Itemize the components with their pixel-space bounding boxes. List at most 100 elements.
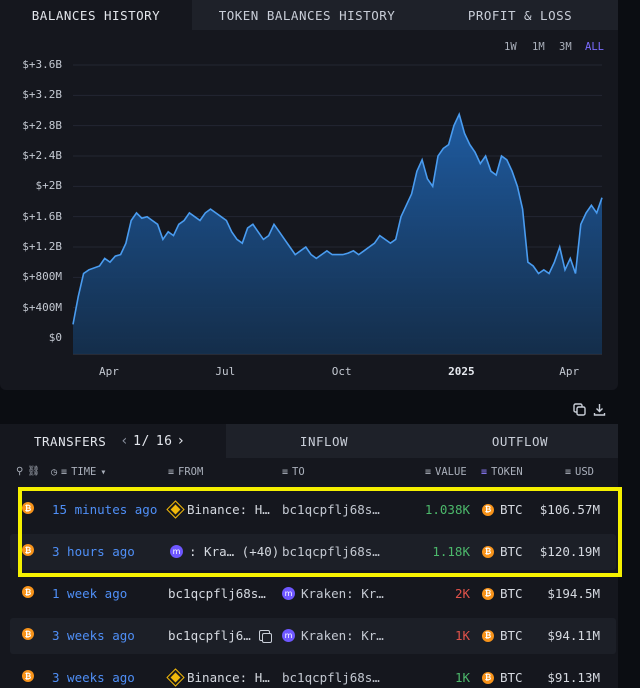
sort-down-icon: ▾ [100, 466, 107, 478]
pager: ‹ 1/ 16 › [116, 433, 189, 449]
transfer-usd: $120.19M [540, 544, 600, 559]
filter-icon: ≡ [282, 466, 289, 478]
prev-page-icon[interactable]: ‹ [120, 433, 129, 449]
transfer-usd: $194.5M [547, 586, 600, 601]
cell-text: 3 hours ago [52, 544, 135, 559]
cell-text: Binance: H… [187, 502, 270, 517]
bitcoin-icon: ₿ [482, 587, 494, 600]
token-cell[interactable]: ₿ BTC [482, 586, 523, 601]
table-row[interactable]: ₿ 1 week ago bc1qcpflj68s… m Kraken: Kr… 2K ₿ B… [10, 576, 616, 612]
filter-icon: ≡ [565, 466, 572, 478]
header-value[interactable]: ≡ VALUE [425, 466, 467, 478]
transfer-time-link[interactable]: 15 minutes ago [52, 502, 157, 517]
table-row[interactable]: ₿ 15 minutes ago Binance: H… bc1qcpflj68s… 1… [10, 492, 616, 528]
from-address[interactable]: bc1qcpflj68s… [168, 586, 266, 601]
link-icon[interactable]: ⛓ [27, 466, 40, 477]
transfer-value: 1K [455, 670, 470, 685]
token-cell[interactable]: ₿ BTC [482, 544, 523, 559]
header-to[interactable]: ≡ TO [282, 466, 305, 478]
to-address[interactable]: bc1qcpflj68s… [282, 670, 380, 685]
header-time-label: TIME [71, 466, 97, 478]
filter-icon[interactable]: ⚲ [16, 466, 23, 477]
download-icon[interactable] [592, 402, 606, 416]
header-usd-label: USD [575, 466, 594, 478]
token-cell[interactable]: ₿ BTC [482, 628, 523, 643]
to-address[interactable]: m Kraken: Kr… [282, 628, 384, 643]
balance-area-chart [72, 64, 603, 355]
table-row[interactable]: ₿ 3 hours ago m: Kra… (+40) bc1qcpflj68s… 1.… [10, 534, 616, 570]
to-address[interactable]: bc1qcpflj68s… [282, 544, 380, 559]
cell-text: BTC [500, 502, 523, 517]
filter-icon: ≡ [168, 466, 175, 478]
cell-text: 1.038K [424, 502, 470, 517]
kraken-icon: m [170, 545, 183, 558]
cell-text: 15 minutes ago [52, 502, 158, 517]
from-address[interactable]: bc1qcpflj6… [168, 628, 272, 643]
balance-area [73, 114, 602, 354]
to-address[interactable]: bc1qcpflj68s… [282, 502, 380, 517]
cell-text: BTC [500, 670, 523, 685]
table-row[interactable]: ₿ 3 weeks ago bc1qcpflj6… m Kraken: Kr… 1K ₿ BT… [10, 618, 616, 654]
bitcoin-icon: ₿ [22, 586, 34, 598]
header-to-label: TO [292, 466, 305, 478]
transfer-value: 1.038K [425, 502, 470, 517]
tab-outflow[interactable]: OUTFLOW [422, 424, 618, 458]
transfer-value: 1.18K [432, 544, 470, 559]
tab-inflow[interactable]: INFLOW [226, 424, 422, 458]
copy-icon[interactable] [258, 630, 272, 643]
bitcoin-icon: ₿ [22, 502, 34, 514]
transfer-time-link[interactable]: 3 weeks ago [52, 628, 135, 643]
transfer-usd: $94.11M [547, 628, 600, 643]
bitcoin-icon: ₿ [22, 670, 34, 682]
cell-text: bc1qcpflj6… [168, 628, 251, 643]
cell-text: bc1qcpflj68s… [282, 670, 380, 685]
cell-text: 1 week ago [52, 586, 128, 601]
next-page-icon[interactable]: › [176, 433, 185, 449]
cell-text: Binance: H… [187, 670, 270, 685]
tab-transfers[interactable]: TRANSFERS ‹ 1/ 16 › [0, 424, 226, 458]
cell-text: 1K [454, 628, 470, 643]
cell-text: 3 weeks ago [52, 628, 135, 643]
from-address[interactable]: m: Kra… (+40) [170, 544, 279, 559]
header-from[interactable]: ≡ FROM [168, 466, 203, 478]
transfer-time-link[interactable]: 3 weeks ago [52, 670, 135, 685]
bitcoin-icon: ₿ [482, 671, 494, 684]
bitcoin-icon: ₿ [22, 670, 34, 682]
transfer-tabs: TRANSFERS ‹ 1/ 16 › INFLOW OUTFLOW [0, 424, 618, 458]
cell-text: 1.18K [432, 544, 470, 559]
token-cell[interactable]: ₿ BTC [482, 670, 523, 685]
kraken-icon: m [282, 629, 295, 642]
binance-icon [167, 669, 184, 686]
cell-text: $91.13M [547, 670, 600, 685]
cell-text: $120.19M [539, 544, 600, 559]
transfer-value: 1K [455, 628, 470, 643]
bitcoin-icon: ₿ [22, 502, 34, 514]
clock-icon: ◷ [51, 466, 58, 478]
transfer-usd: $106.57M [540, 502, 600, 517]
kraken-icon: m [282, 587, 295, 600]
filter-icon: ≡ [481, 466, 488, 478]
cell-text: Kraken: Kr… [301, 586, 384, 601]
cell-text: BTC [500, 628, 523, 643]
header-token[interactable]: ≡ TOKEN [481, 466, 523, 478]
cell-text: BTC [500, 586, 523, 601]
binance-icon [167, 501, 184, 518]
token-cell[interactable]: ₿ BTC [482, 502, 523, 517]
header-time[interactable]: ◷ ≡ TIME ▾ [51, 466, 106, 478]
bitcoin-icon: ₿ [482, 629, 494, 642]
cell-text: Kraken: Kr… [301, 628, 384, 643]
from-address[interactable]: Binance: H… [167, 669, 270, 686]
from-address[interactable]: Binance: H… [167, 501, 270, 518]
to-address[interactable]: m Kraken: Kr… [282, 586, 384, 601]
cell-text: bc1qcpflj68s… [282, 502, 380, 517]
bitcoin-icon: ₿ [22, 628, 34, 640]
cell-text: 2K [454, 586, 470, 601]
header-token-label: TOKEN [491, 466, 523, 478]
transfer-time-link[interactable]: 3 hours ago [52, 544, 135, 559]
copy-icon[interactable] [572, 402, 586, 416]
table-row[interactable]: ₿ 3 weeks ago Binance: H… bc1qcpflj68s… 1K ₿ B… [10, 660, 616, 688]
cell-text: bc1qcpflj68s… [168, 586, 266, 601]
header-usd[interactable]: ≡ USD [565, 466, 594, 478]
cell-text: 3 weeks ago [52, 670, 135, 685]
transfer-time-link[interactable]: 1 week ago [52, 586, 127, 601]
